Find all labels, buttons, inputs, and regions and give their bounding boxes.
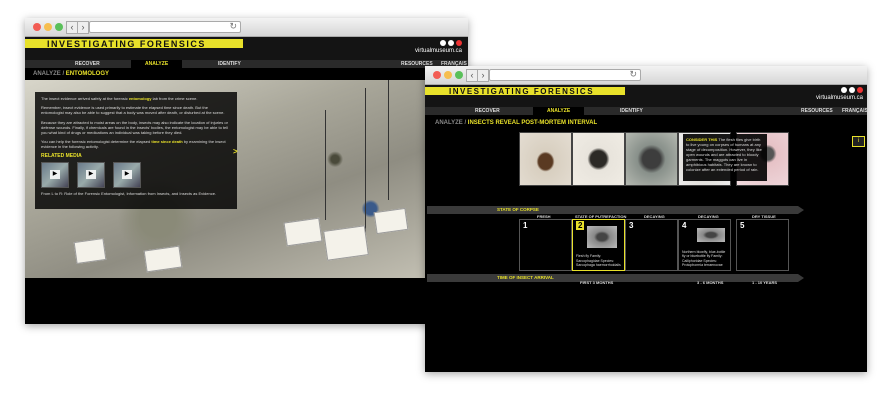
placed-insect-image[interactable]	[697, 228, 725, 242]
maximize-window-button[interactable]	[55, 23, 63, 31]
address-bar[interactable]: ↻	[89, 21, 241, 33]
stage-number: 3	[629, 221, 634, 230]
site-header: INVESTIGATING FORENSICS virtualmuseum.ca	[425, 85, 867, 107]
close-window-button[interactable]	[433, 71, 441, 79]
breadcrumb-prefix[interactable]: ANALYZE /	[33, 71, 64, 77]
site-brand[interactable]: INVESTIGATING FORENSICS	[25, 39, 243, 49]
stage-number: 5	[740, 221, 745, 230]
media-thumb-3[interactable]: ▶	[113, 161, 141, 188]
stage-number: 1	[523, 221, 528, 230]
media-credits: From L to R: Role of the Forensic Entomo…	[41, 190, 217, 196]
info-icon: i	[857, 138, 860, 144]
stage-caption: Northern blowfly, blue-bottle fly or blu…	[682, 250, 726, 267]
stage-cell-3[interactable]: 3	[625, 219, 678, 271]
time-first-3-months: FIRST 3 MONTHS	[580, 280, 614, 285]
stage-cell-4[interactable]: 4 Northern blowfly, blue-bottle fly or b…	[678, 219, 731, 271]
time-since-death-link[interactable]: time since death	[151, 139, 182, 144]
address-bar[interactable]: ↻	[489, 69, 641, 81]
entomology-link[interactable]: entomology	[129, 96, 152, 101]
museum-logo-text: virtualmuseum.ca	[815, 95, 863, 101]
specimen-fly-2[interactable]	[625, 132, 678, 186]
info-text-2: Remember, insect evidence is used primar…	[41, 105, 225, 116]
breadcrumb: ANALYZE / INSECTS REVEAL POST-MORTEM INT…	[435, 120, 597, 126]
related-media-heading: RELATED MEDIA	[41, 152, 82, 159]
stage-number: 4	[682, 221, 687, 230]
nav-identify[interactable]: IDENTIFY	[620, 107, 643, 115]
info-text-1a: The insect evidence arrived safely at th…	[41, 96, 129, 101]
nav-analyze[interactable]: ANALYZE	[533, 107, 585, 115]
browser-chrome: ‹ › ↻	[25, 18, 468, 37]
play-icon: ▶	[50, 169, 60, 179]
site-header: INVESTIGATING FORENSICS virtualmuseum.ca	[25, 37, 468, 60]
browser-window-entomology: ‹ › ↻ INVESTIGATING FORENSICS virtualmus…	[25, 18, 468, 324]
brand-title: INVESTIGATING FORENSICS	[449, 87, 595, 96]
media-thumb-2[interactable]: ▶	[77, 161, 105, 188]
museum-logo[interactable]: virtualmuseum.ca	[415, 40, 462, 54]
play-icon: ▶	[86, 169, 96, 179]
time-segments: FIRST 3 MONTHS 3 - 6 MONTHS 1 - 10 YEARS	[425, 280, 867, 288]
stage-caption: Flesh fly Family: Sarcophagidae Species:…	[576, 254, 621, 267]
forward-icon[interactable]: ›	[77, 21, 89, 34]
browser-chrome: ‹ › ↻	[425, 66, 867, 85]
site-brand[interactable]: INVESTIGATING FORENSICS	[425, 87, 625, 96]
main-nav: RECOVER ANALYZE IDENTIFY RESOURCES FRANÇ…	[25, 60, 468, 68]
nav-identify[interactable]: IDENTIFY	[218, 60, 241, 68]
nav-analyze[interactable]: ANALYZE	[131, 60, 183, 68]
state-of-corpse-band: STATE OF CORPSE	[427, 206, 804, 214]
play-icon: ▶	[122, 169, 132, 179]
minimize-window-button[interactable]	[444, 71, 452, 79]
stage-cell-5[interactable]: 5	[736, 219, 789, 271]
placed-insect-image[interactable]	[587, 226, 617, 248]
reload-icon[interactable]: ↻	[629, 69, 637, 80]
nav-language[interactable]: FRANÇAIS	[842, 107, 867, 115]
info-button[interactable]: i	[852, 136, 865, 147]
media-thumb-1[interactable]: ▶	[41, 161, 69, 188]
stage-number: 2	[576, 221, 585, 230]
info-panel: The insect evidence arrived safely at th…	[35, 92, 237, 209]
reload-icon[interactable]: ↻	[229, 21, 237, 32]
stage-cell-1[interactable]: 1	[519, 219, 572, 271]
maximize-window-button[interactable]	[455, 71, 463, 79]
museum-logo-text: virtualmuseum.ca	[414, 48, 462, 54]
breadcrumb-prefix[interactable]: ANALYZE /	[435, 120, 466, 126]
nav-recover[interactable]: RECOVER	[75, 60, 100, 68]
related-media-thumbs: ▶ ▶ ▶	[41, 161, 231, 189]
breadcrumb: ANALYZE / ENTOMOLOGY	[33, 71, 109, 77]
close-window-button[interactable]	[33, 23, 41, 31]
time-3-6-months: 3 - 6 MONTHS	[697, 280, 724, 285]
consider-this-panel: CONSIDER THIS The flesh flies give birth…	[683, 134, 767, 181]
breadcrumb-current: INSECTS REVEAL POST-MORTEM INTERVAL	[467, 120, 598, 126]
brand-title: INVESTIGATING FORENSICS	[47, 39, 206, 49]
nav-resources[interactable]: RESOURCES	[801, 107, 833, 115]
breadcrumb-current: ENTOMOLOGY	[65, 71, 110, 77]
main-nav: RECOVER ANALYZE IDENTIFY RESOURCES FRANÇ…	[425, 107, 867, 115]
specimen-beetle[interactable]	[572, 132, 625, 186]
info-text-3: Because they are attracted to moist area…	[41, 119, 229, 136]
forward-icon[interactable]: ›	[477, 69, 489, 82]
nav-recover[interactable]: RECOVER	[475, 107, 500, 115]
museum-logo[interactable]: virtualmuseum.ca	[816, 87, 863, 101]
time-1-10-years: 1 - 10 YEARS	[752, 280, 778, 285]
stage-cell-2[interactable]: 2 Flesh fly Family: Sarcophagidae Specie…	[572, 219, 625, 271]
state-of-corpse-title: STATE OF CORPSE	[497, 207, 539, 212]
next-arrow-icon[interactable]: >	[233, 147, 238, 156]
minimize-window-button[interactable]	[44, 23, 52, 31]
info-text-1b: lab from the crime scene.	[151, 96, 198, 101]
specimen-fly-1[interactable]	[519, 132, 572, 186]
consider-this-text: The flesh flies give birth to live young…	[686, 137, 762, 172]
browser-window-post-mortem: ‹ › ↻ INVESTIGATING FORENSICS virtualmus…	[425, 66, 867, 372]
